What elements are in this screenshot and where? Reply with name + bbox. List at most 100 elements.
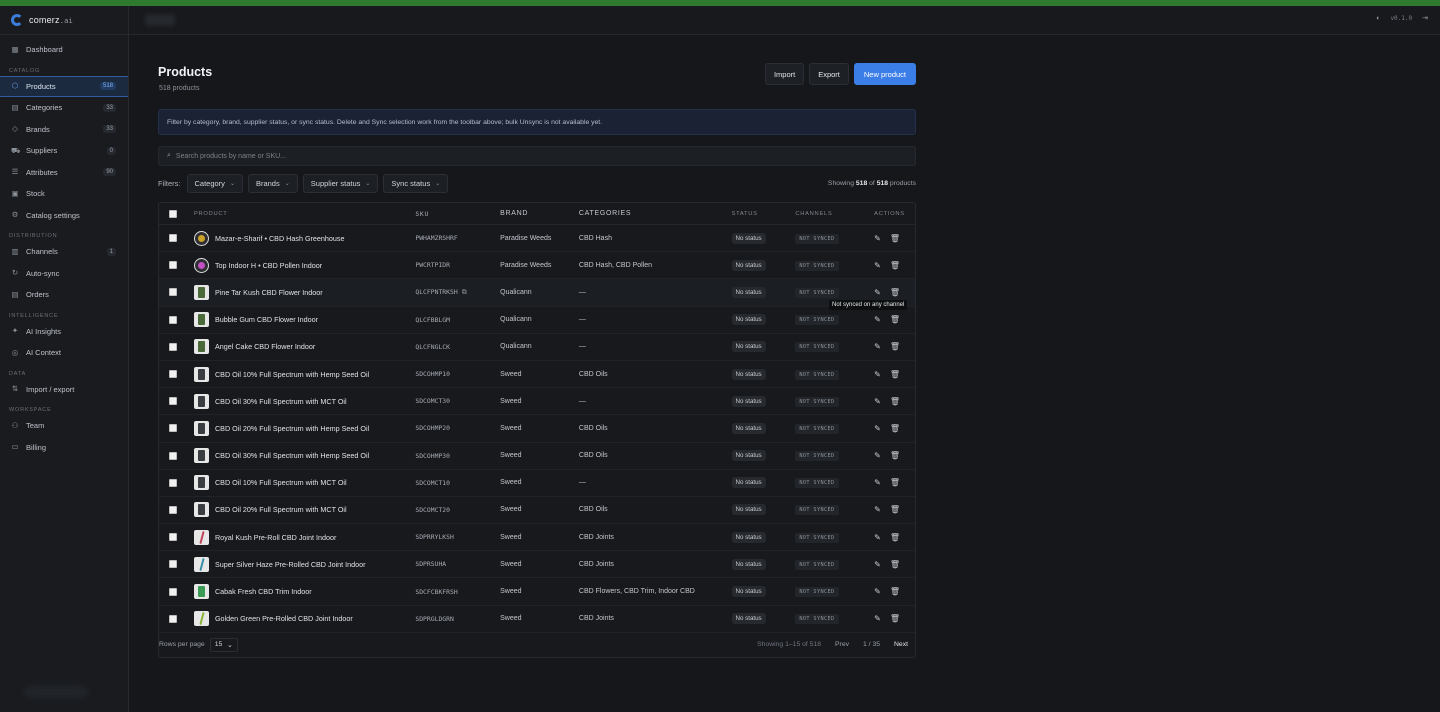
channel-sync-badge[interactable]: NOT SYNCED xyxy=(795,614,839,625)
trash-icon[interactable]: 🗑 xyxy=(890,370,900,379)
table-row[interactable]: CBD Oil 10% Full Spectrum with Hemp Seed… xyxy=(159,361,915,389)
channel-sync-badge[interactable]: NOT SYNCED xyxy=(795,369,839,380)
trash-icon[interactable]: 🗑 xyxy=(890,315,900,324)
select-all-checkbox[interactable] xyxy=(169,209,177,218)
product-name[interactable]: CBD Oil 10% Full Spectrum with MCT Oil xyxy=(215,478,347,487)
edit-icon[interactable]: ✎ xyxy=(874,315,881,324)
channel-sync-badge[interactable]: NOT SYNCED xyxy=(795,478,839,489)
product-name[interactable]: CBD Oil 20% Full Spectrum with MCT Oil xyxy=(215,505,347,514)
row-checkbox[interactable] xyxy=(169,397,177,406)
sidebar-item-auto-sync[interactable]: ↻ Auto-sync xyxy=(0,263,128,285)
channel-sync-badge[interactable]: NOT SYNCED xyxy=(795,587,839,598)
export-button[interactable]: Export xyxy=(809,63,849,85)
row-checkbox[interactable] xyxy=(169,288,177,297)
sidebar-item-categories[interactable]: ▤ Categories 33 xyxy=(0,97,128,119)
edit-icon[interactable]: ✎ xyxy=(874,560,881,569)
channel-sync-badge[interactable]: NOT SYNCED xyxy=(795,342,839,353)
product-name[interactable]: Golden Green Pre-Rolled CBD Joint Indoor xyxy=(215,614,353,623)
product-name[interactable]: Top Indoor H • CBD Pollen Indoor xyxy=(215,261,322,270)
product-name[interactable]: Cabak Fresh CBD Trim Indoor xyxy=(215,587,312,596)
product-name[interactable]: Royal Kush Pre-Roll CBD Joint Indoor xyxy=(215,533,336,542)
table-row[interactable]: CBD Oil 20% Full Spectrum with MCT Oil S… xyxy=(159,497,915,525)
channel-sync-badge[interactable]: NOT SYNCED xyxy=(795,559,839,570)
trash-icon[interactable]: 🗑 xyxy=(890,342,900,351)
row-checkbox[interactable] xyxy=(169,451,177,460)
table-row[interactable]: Royal Kush Pre-Roll CBD Joint Indoor SDP… xyxy=(159,524,915,552)
edit-icon[interactable]: ✎ xyxy=(874,234,881,243)
trash-icon[interactable]: 🗑 xyxy=(890,424,900,433)
channel-sync-badge[interactable]: NOT SYNCED xyxy=(795,233,839,244)
trash-icon[interactable]: 🗑 xyxy=(890,533,900,542)
edit-icon[interactable]: ✎ xyxy=(874,342,881,351)
filter-brands[interactable]: Brands ⌄ xyxy=(247,174,298,193)
table-row[interactable]: Pine Tar Kush CBD Flower Indoor QLCFPNTR… xyxy=(159,279,915,311)
trash-icon[interactable]: 🗑 xyxy=(890,288,900,297)
row-checkbox[interactable] xyxy=(169,370,177,379)
channel-sync-badge[interactable]: NOT SYNCED xyxy=(795,315,839,326)
user-area[interactable] xyxy=(24,686,88,698)
trash-icon[interactable]: 🗑 xyxy=(890,234,900,243)
row-checkbox[interactable] xyxy=(169,234,177,243)
product-name[interactable]: Mazar-e-Sharif • CBD Hash Greenhouse xyxy=(215,234,345,243)
row-checkbox[interactable] xyxy=(169,478,177,487)
product-name[interactable]: Angel Cake CBD Flower Indoor xyxy=(215,342,315,351)
table-row[interactable]: CBD Oil 10% Full Spectrum with MCT Oil S… xyxy=(159,470,915,497)
product-name[interactable]: Bubble Gum CBD Flower Indoor xyxy=(215,315,318,324)
row-checkbox[interactable] xyxy=(169,614,177,623)
next-button[interactable]: Next xyxy=(894,641,908,648)
row-checkbox[interactable] xyxy=(169,261,177,270)
product-name[interactable]: Pine Tar Kush CBD Flower Indoor xyxy=(215,288,323,297)
new-product-button[interactable]: New product xyxy=(853,63,916,85)
table-row[interactable]: Golden Green Pre-Rolled CBD Joint Indoor… xyxy=(159,606,915,633)
row-checkbox[interactable] xyxy=(169,342,177,351)
channel-sync-badge[interactable]: NOT SYNCED xyxy=(795,451,839,462)
sidebar-item-billing[interactable]: ▭ Billing xyxy=(0,437,128,459)
filter-category[interactable]: Category ⌄ xyxy=(186,174,243,193)
app-logo[interactable]: comerz.ai xyxy=(0,6,128,35)
row-checkbox[interactable] xyxy=(169,587,177,596)
sidebar-item-ai-insights[interactable]: ✦ AI Insights xyxy=(0,321,128,343)
trash-icon[interactable]: 🗑 xyxy=(890,587,900,596)
workspace-switcher[interactable] xyxy=(145,14,175,26)
table-row[interactable]: Super Silver Haze Pre-Rolled CBD Joint I… xyxy=(159,551,915,579)
table-row[interactable]: Bubble Gum CBD Flower Indoor QLCFBBLGM Q… xyxy=(159,307,915,334)
import-button[interactable]: Import xyxy=(764,63,805,85)
theme-toggle-icon[interactable]: ◐ xyxy=(1376,15,1380,22)
edit-icon[interactable]: ✎ xyxy=(874,505,881,514)
trash-icon[interactable]: 🗑 xyxy=(890,261,900,270)
sidebar-item-products[interactable]: ⬡ Products 518 xyxy=(0,75,128,97)
edit-icon[interactable]: ✎ xyxy=(874,397,881,406)
channel-sync-badge[interactable]: NOT SYNCED xyxy=(795,505,839,516)
channel-sync-badge[interactable]: NOT SYNCED xyxy=(795,532,839,543)
sidebar-item-channels[interactable]: ▥ Channels 1 xyxy=(0,241,128,263)
sidebar-item-dashboard[interactable]: ▦ Dashboard xyxy=(0,39,128,61)
table-row[interactable]: CBD Oil 30% Full Spectrum with Hemp Seed… xyxy=(159,443,915,470)
table-row[interactable]: Mazar-e-Sharif • CBD Hash Greenhouse PWH… xyxy=(159,225,915,253)
sidebar-item-attributes[interactable]: ☰ Attributes 90 xyxy=(0,162,128,184)
table-row[interactable]: CBD Oil 30% Full Spectrum with MCT Oil S… xyxy=(159,388,915,416)
filter-sync-status[interactable]: Sync status ⌄ xyxy=(383,174,449,193)
edit-icon[interactable]: ✎ xyxy=(874,451,881,460)
table-row[interactable]: Angel Cake CBD Flower Indoor QLCFNGLCK Q… xyxy=(159,334,915,361)
trash-icon[interactable]: 🗑 xyxy=(890,397,900,406)
edit-icon[interactable]: ✎ xyxy=(874,587,881,596)
channel-sync-badge[interactable]: NOT SYNCED xyxy=(795,260,839,271)
search-input[interactable]: ⌕ Search products by name or SKU... xyxy=(158,146,916,166)
channel-sync-badge[interactable]: NOT SYNCED xyxy=(795,423,839,434)
channel-sync-badge[interactable]: NOT SYNCED xyxy=(795,396,839,407)
sidebar-item-import-export[interactable]: ⇅ Import / export xyxy=(0,379,128,401)
sidebar-item-orders[interactable]: ▤ Orders xyxy=(0,284,128,306)
product-name[interactable]: CBD Oil 20% Full Spectrum with Hemp Seed… xyxy=(215,424,369,433)
trash-icon[interactable]: 🗑 xyxy=(890,505,900,514)
prev-button[interactable]: Prev xyxy=(835,641,849,648)
sidebar-item-catalog-settings[interactable]: ⚙ Catalog settings xyxy=(0,205,128,227)
row-checkbox[interactable] xyxy=(169,560,177,569)
edit-icon[interactable]: ✎ xyxy=(874,614,881,623)
table-row[interactable]: Cabak Fresh CBD Trim Indoor SDCFCBKFRSH … xyxy=(159,578,915,606)
row-checkbox[interactable] xyxy=(169,533,177,542)
filter-supplier-status[interactable]: Supplier status ⌄ xyxy=(302,174,379,193)
table-row[interactable]: Top Indoor H • CBD Pollen Indoor PWCRTPI… xyxy=(159,252,915,280)
logout-icon[interactable]: ⇥ xyxy=(1422,14,1428,22)
edit-icon[interactable]: ✎ xyxy=(874,533,881,542)
sidebar-item-stock[interactable]: ▣ Stock xyxy=(0,183,128,205)
